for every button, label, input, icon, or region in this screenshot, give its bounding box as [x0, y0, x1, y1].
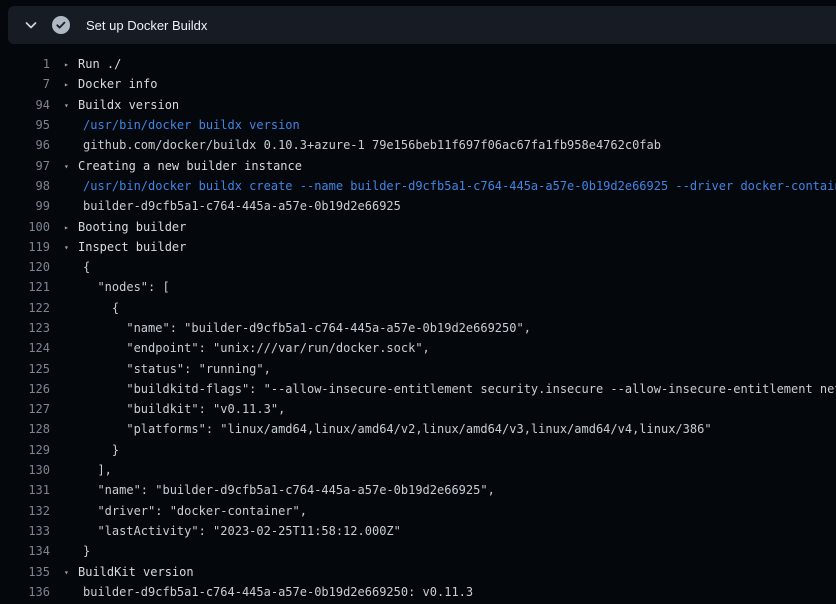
line-number[interactable]: 98 — [0, 179, 50, 193]
line-number[interactable]: 124 — [0, 341, 50, 355]
step-title: Set up Docker Buildx — [86, 18, 207, 33]
line-number[interactable]: 131 — [0, 483, 50, 497]
line-number[interactable]: 130 — [0, 463, 50, 477]
log-line: 133 "lastActivity": "2023-02-25T11:58:12… — [0, 521, 836, 541]
log-text: "name": "builder-d9cfb5a1-c764-445a-a57e… — [83, 321, 531, 335]
log-text: "endpoint": "unix:///var/run/docker.sock… — [83, 341, 430, 355]
line-number[interactable]: 121 — [0, 280, 50, 294]
log-line: 95/usr/bin/docker buildx version — [0, 115, 836, 135]
line-number[interactable]: 126 — [0, 382, 50, 396]
log-line: 131 "name": "builder-d9cfb5a1-c764-445a-… — [0, 480, 836, 500]
line-number[interactable]: 123 — [0, 321, 50, 335]
log-text: /usr/bin/docker buildx version — [83, 118, 300, 132]
line-number[interactable]: 99 — [0, 199, 50, 213]
log-text: "status": "running", — [83, 362, 271, 376]
log-text: builder-d9cfb5a1-c764-445a-a57e-0b19d2e6… — [83, 199, 401, 213]
log-text: { — [83, 260, 90, 274]
triangle-down-icon: ▾ — [64, 162, 78, 171]
group-title: Run ./ — [78, 57, 121, 71]
log-text: "platforms": "linux/amd64,linux/amd64/v2… — [83, 422, 712, 436]
log-text: github.com/docker/buildx 0.10.3+azure-1 … — [83, 138, 661, 152]
log-group-line[interactable]: 94 ▾Buildx version — [0, 95, 836, 115]
log-line: 129 } — [0, 440, 836, 460]
log-lines: 1▸Run ./7▸Docker info94▾Buildx version95… — [0, 54, 836, 602]
log-line: 127 "buildkit": "v0.11.3", — [0, 399, 836, 419]
log-line: 121 "nodes": [ — [0, 277, 836, 297]
log-line: 136 builder-d9cfb5a1-c764-445a-a57e-0b19d… — [0, 582, 836, 602]
line-number[interactable]: 125 — [0, 362, 50, 376]
line-number[interactable]: 94 — [0, 98, 50, 112]
log-text: "name": "builder-d9cfb5a1-c764-445a-a57e… — [83, 483, 495, 497]
log-group-line[interactable]: 1 ▸Run ./ — [0, 54, 836, 74]
log-text: ], — [83, 463, 112, 477]
line-number[interactable]: 120 — [0, 260, 50, 274]
group-title: Booting builder — [78, 220, 186, 234]
log-text: /usr/bin/docker buildx create --name bui… — [83, 179, 836, 193]
step-success-check-icon — [52, 16, 70, 34]
log-line: 99 builder-d9cfb5a1-c764-445a-a57e-0b19d2… — [0, 196, 836, 216]
log-line: 120 { — [0, 257, 836, 277]
log-line: 130 ], — [0, 460, 836, 480]
line-number[interactable]: 136 — [0, 585, 50, 599]
log-text: "nodes": [ — [83, 280, 170, 294]
line-number[interactable]: 95 — [0, 118, 50, 132]
line-number[interactable]: 96 — [0, 138, 50, 152]
log-group-line[interactable]: 100 ▸Booting builder — [0, 216, 836, 236]
log-line: 126 "buildkitd-flags": "--allow-insecure… — [0, 379, 836, 399]
line-number[interactable]: 132 — [0, 504, 50, 518]
triangle-down-icon: ▾ — [64, 243, 78, 252]
line-number[interactable]: 119 — [0, 240, 50, 254]
log-group-line[interactable]: 7 ▸Docker info — [0, 74, 836, 94]
log-line: 134} — [0, 541, 836, 561]
log-text: "lastActivity": "2023-02-25T11:58:12.000… — [83, 524, 401, 538]
log-group-line[interactable]: 135 ▾BuildKit version — [0, 561, 836, 581]
line-number[interactable]: 127 — [0, 402, 50, 416]
chevron-down-icon[interactable] — [23, 17, 39, 33]
line-number[interactable]: 1 — [0, 57, 50, 71]
log-text: } — [83, 443, 119, 457]
triangle-right-icon: ▸ — [64, 80, 78, 89]
log-text: "buildkitd-flags": "--allow-insecure-ent… — [83, 382, 836, 396]
line-number[interactable]: 135 — [0, 565, 50, 579]
line-number[interactable]: 100 — [0, 220, 50, 234]
log-text: "buildkit": "v0.11.3", — [83, 402, 285, 416]
log-text: } — [83, 544, 90, 558]
step-header[interactable]: Set up Docker Buildx — [8, 6, 836, 44]
log-group-line[interactable]: 97 ▾Creating a new builder instance — [0, 155, 836, 175]
line-number[interactable]: 7 — [0, 77, 50, 91]
group-title: Inspect builder — [78, 240, 186, 254]
log-group-line[interactable]: 119 ▾Inspect builder — [0, 237, 836, 257]
line-number[interactable]: 129 — [0, 443, 50, 457]
triangle-down-icon: ▾ — [64, 568, 78, 577]
group-title: Docker info — [78, 77, 157, 91]
log-line: 122 { — [0, 298, 836, 318]
log-text: "driver": "docker-container", — [83, 504, 307, 518]
log-line: 128 "platforms": "linux/amd64,linux/amd6… — [0, 419, 836, 439]
line-number[interactable]: 97 — [0, 159, 50, 173]
line-number[interactable]: 128 — [0, 422, 50, 436]
log-line: 96 github.com/docker/buildx 0.10.3+azure-… — [0, 135, 836, 155]
log-text: { — [83, 301, 119, 315]
triangle-right-icon: ▸ — [64, 60, 78, 69]
log-line: 98/usr/bin/docker buildx create --name b… — [0, 176, 836, 196]
line-number[interactable]: 134 — [0, 544, 50, 558]
group-title: BuildKit version — [78, 565, 194, 579]
group-title: Creating a new builder instance — [78, 159, 302, 173]
triangle-down-icon: ▾ — [64, 101, 78, 110]
line-number[interactable]: 133 — [0, 524, 50, 538]
line-number[interactable]: 122 — [0, 301, 50, 315]
triangle-right-icon: ▸ — [64, 223, 78, 232]
log-line: 124 "endpoint": "unix:///var/run/docker.… — [0, 338, 836, 358]
group-title: Buildx version — [78, 98, 179, 112]
log-line: 123 "name": "builder-d9cfb5a1-c764-445a-… — [0, 318, 836, 338]
log-line: 132 "driver": "docker-container", — [0, 501, 836, 521]
log-text: builder-d9cfb5a1-c764-445a-a57e-0b19d2e6… — [83, 585, 473, 599]
log-line: 125 "status": "running", — [0, 358, 836, 378]
